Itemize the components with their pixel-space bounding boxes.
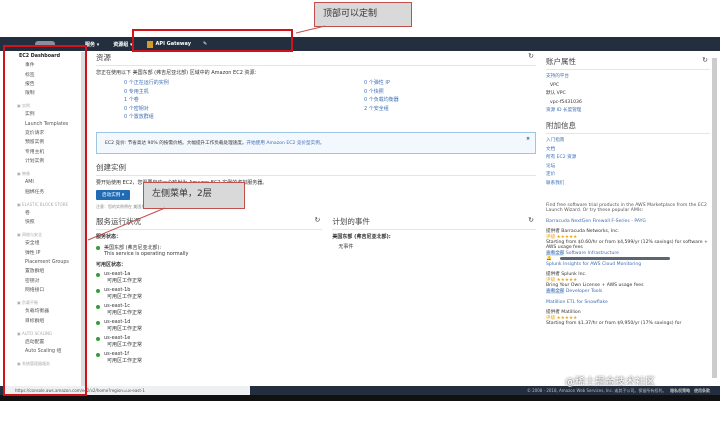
watermark: @稀土掘金技术社区: [565, 377, 655, 388]
callout-pointers: [87, 25, 326, 241]
